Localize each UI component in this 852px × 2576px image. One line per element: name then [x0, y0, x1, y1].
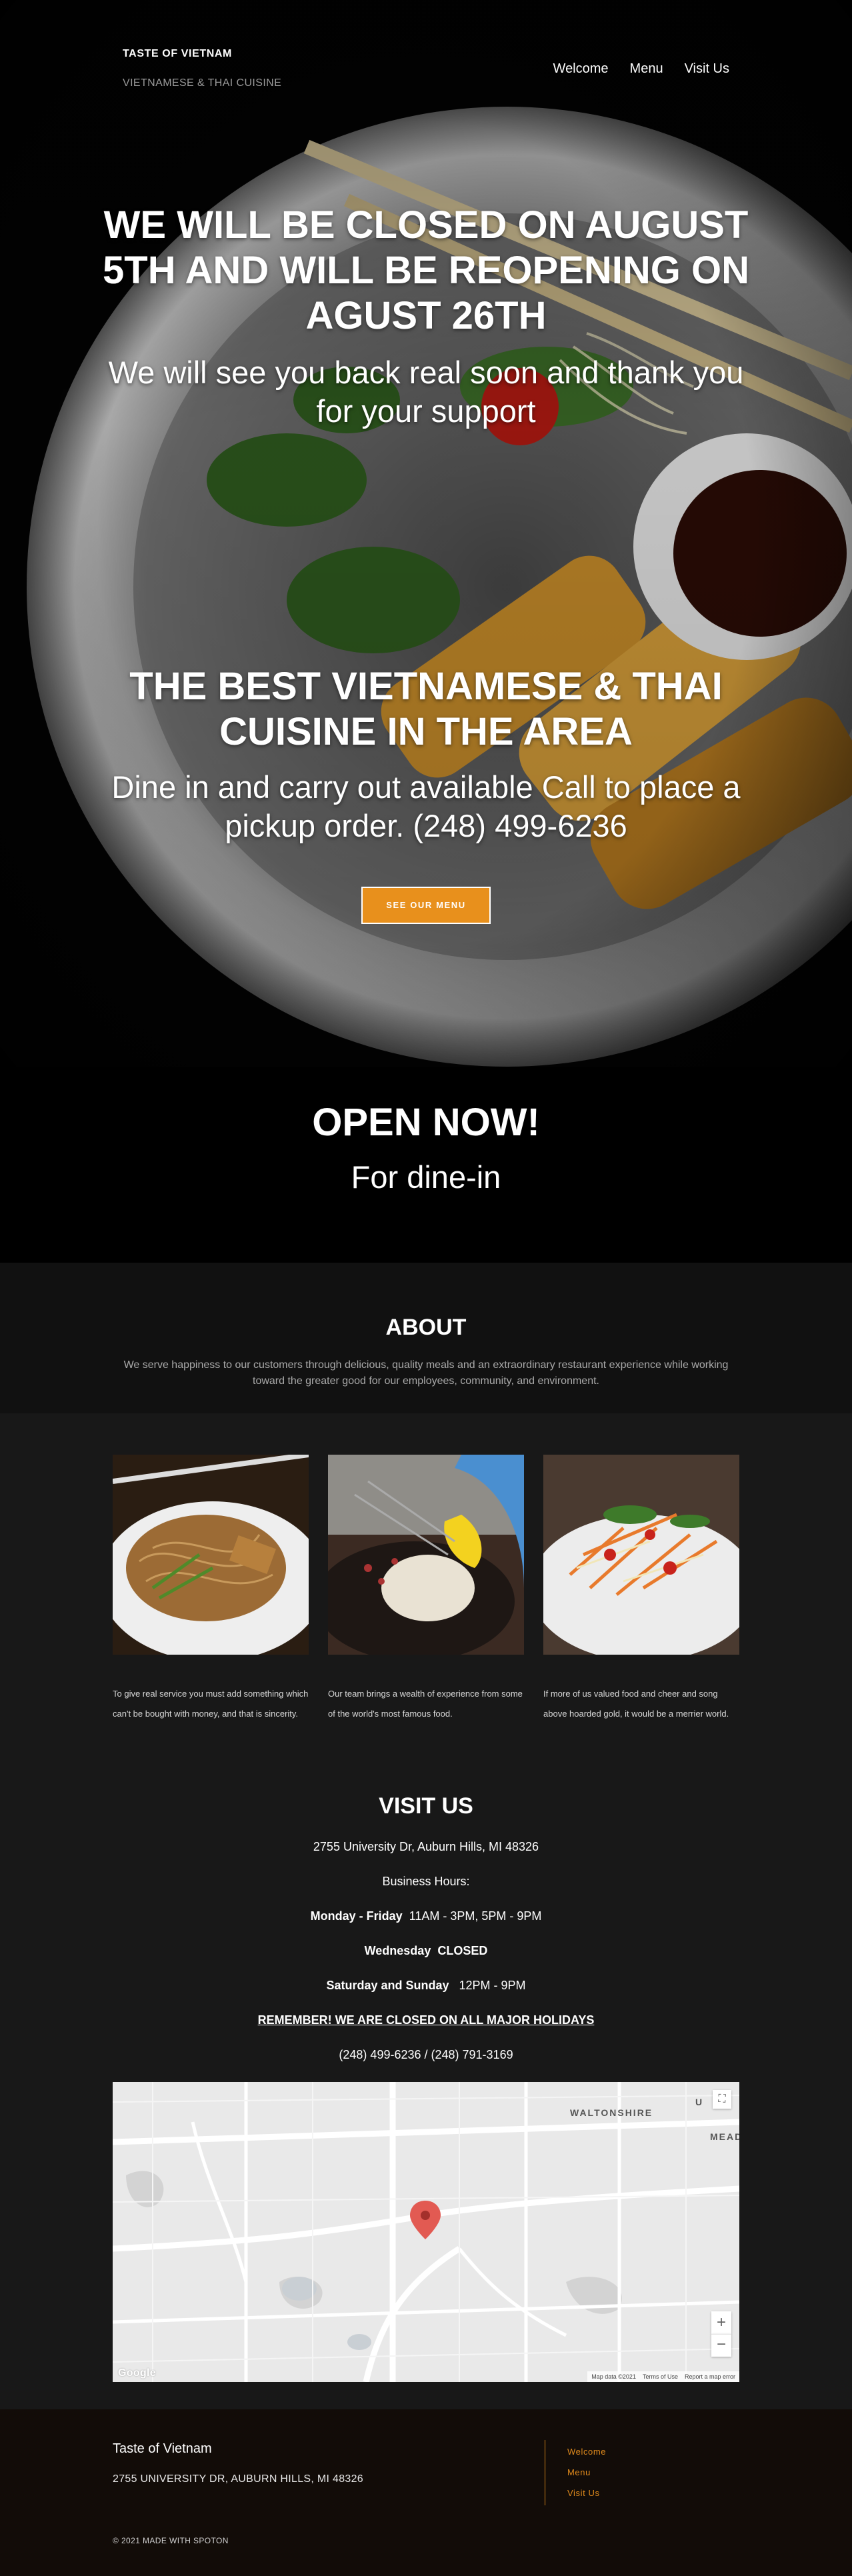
hours-weekday: Monday - Friday 11AM - 3PM, 5PM - 9PM — [0, 1909, 852, 1923]
hours-weekend-times: 12PM - 9PM — [459, 1979, 526, 1992]
papaya-salad-photo — [543, 1455, 739, 1655]
hours-weekend: Saturday and Sunday 12PM - 9PM — [0, 1979, 852, 1993]
hero-section: TASTE OF VIETNAM VIETNAMESE & THAI CUISI… — [0, 0, 852, 1067]
map-tiles — [113, 2082, 739, 2382]
hours-weekend-days: Saturday and Sunday — [326, 1979, 449, 1992]
footer-address: 2755 UNIVERSITY DR, AUBURN HILLS, MI 483… — [113, 2473, 364, 2485]
footer-nav-menu[interactable]: Menu — [567, 2467, 606, 2477]
hours-weekday-times: 11AM - 3PM, 5PM - 9PM — [409, 1909, 542, 1923]
tagline-heading: THE BEST VIETNAMESE & THAI CUISINE IN TH… — [129, 665, 723, 753]
nav-visit-us[interactable]: Visit Us — [685, 61, 729, 77]
gallery-card: If more of us valued food and cheer and … — [543, 1455, 739, 1724]
gallery-caption: Our team brings a wealth of experience f… — [328, 1689, 523, 1719]
see-our-menu-button[interactable]: SEE OUR MENU — [361, 887, 491, 924]
nav-menu[interactable]: Menu — [630, 61, 663, 77]
footer-nav-visit-us[interactable]: Visit Us — [567, 2488, 606, 2498]
about-text: We serve happiness to our customers thro… — [123, 1359, 729, 1387]
site-title[interactable]: TASTE OF VIETNAM — [123, 48, 232, 60]
map-data-credit: Map data ©2021 — [591, 2373, 636, 2380]
zoom-in-button[interactable]: + — [711, 2311, 731, 2334]
gallery-caption: If more of us valued food and cheer and … — [543, 1689, 729, 1719]
holiday-notice: REMEMBER! WE ARE CLOSED ON ALL MAJOR HOL… — [257, 2013, 595, 2027]
closure-subheading: We will see you back real soon and thank… — [108, 355, 744, 429]
hours-weekday-days: Monday - Friday — [310, 1909, 403, 1923]
footer-credit[interactable]: © 2021 MADE WITH SPOTON — [113, 2536, 229, 2545]
hours-wednesday: Wednesday CLOSED — [0, 1944, 852, 1958]
visit-us-heading: VISIT US — [379, 1793, 473, 1819]
footer-nav-welcome[interactable]: Welcome — [567, 2447, 606, 2457]
closure-heading: WE WILL BE CLOSED ON AUGUST 5TH AND WILL… — [103, 203, 749, 337]
location-map[interactable]: WALTONSHIRE U MEAD ⛶ + − Google Map data… — [113, 2082, 739, 2382]
phone-numbers[interactable]: (248) 499-6236 / (248) 791-3169 — [0, 2048, 852, 2062]
visit-us-section: VISIT US 2755 University Dr, Auburn Hill… — [0, 1767, 852, 2409]
map-terms-link[interactable]: Terms of Use — [643, 2371, 678, 2382]
hours-wednesday-status: CLOSED — [437, 1944, 488, 1957]
map-label-u: U — [695, 2097, 704, 2107]
about-heading: ABOUT — [385, 1315, 467, 1340]
footer-nav: Welcome Menu Visit Us — [567, 2447, 606, 2509]
restaurant-address: 2755 University Dr, Auburn Hills, MI 483… — [313, 1840, 539, 1853]
gallery-section: To give real service you must add someth… — [0, 1413, 852, 1767]
main-nav: Welcome Menu Visit Us — [553, 61, 729, 77]
pickup-subheading: Dine in and carry out available Call to … — [111, 769, 741, 843]
site-tagline: VIETNAMESE & THAI CUISINE — [123, 77, 282, 89]
google-logo[interactable]: Google — [118, 2367, 156, 2379]
map-attribution: Map data ©2021 Terms of Use Report a map… — [587, 2371, 739, 2382]
about-section: ABOUT We serve happiness to our customer… — [0, 1263, 852, 1413]
fullscreen-icon[interactable]: ⛶ — [713, 2090, 731, 2109]
site-footer: Taste of Vietnam 2755 UNIVERSITY DR, AUB… — [0, 2409, 852, 2576]
business-hours-label: Business Hours: — [382, 1875, 470, 1888]
open-now-subheading: For dine-in — [351, 1159, 501, 1195]
gallery-card: Our team brings a wealth of experience f… — [328, 1455, 524, 1724]
chef-cooking-photo — [328, 1455, 524, 1655]
map-label-waltonshire: WALTONSHIRE — [570, 2107, 653, 2118]
site-header: TASTE OF VIETNAM VIETNAMESE & THAI CUISI… — [0, 0, 852, 100]
zoom-out-button[interactable]: − — [711, 2334, 731, 2357]
gallery-caption: To give real service you must add someth… — [113, 1689, 309, 1719]
map-label-mead: MEAD — [710, 2131, 739, 2142]
gallery-card: To give real service you must add someth… — [113, 1455, 309, 1724]
nav-welcome[interactable]: Welcome — [553, 61, 609, 77]
footer-restaurant-name: Taste of Vietnam — [113, 2441, 212, 2456]
open-now-section: OPEN NOW! For dine-in — [0, 1067, 852, 1263]
pad-thai-photo — [113, 1455, 309, 1655]
hours-wednesday-day: Wednesday — [364, 1944, 431, 1957]
open-now-heading: OPEN NOW! — [312, 1101, 540, 1144]
map-report-link[interactable]: Report a map error — [685, 2371, 735, 2382]
